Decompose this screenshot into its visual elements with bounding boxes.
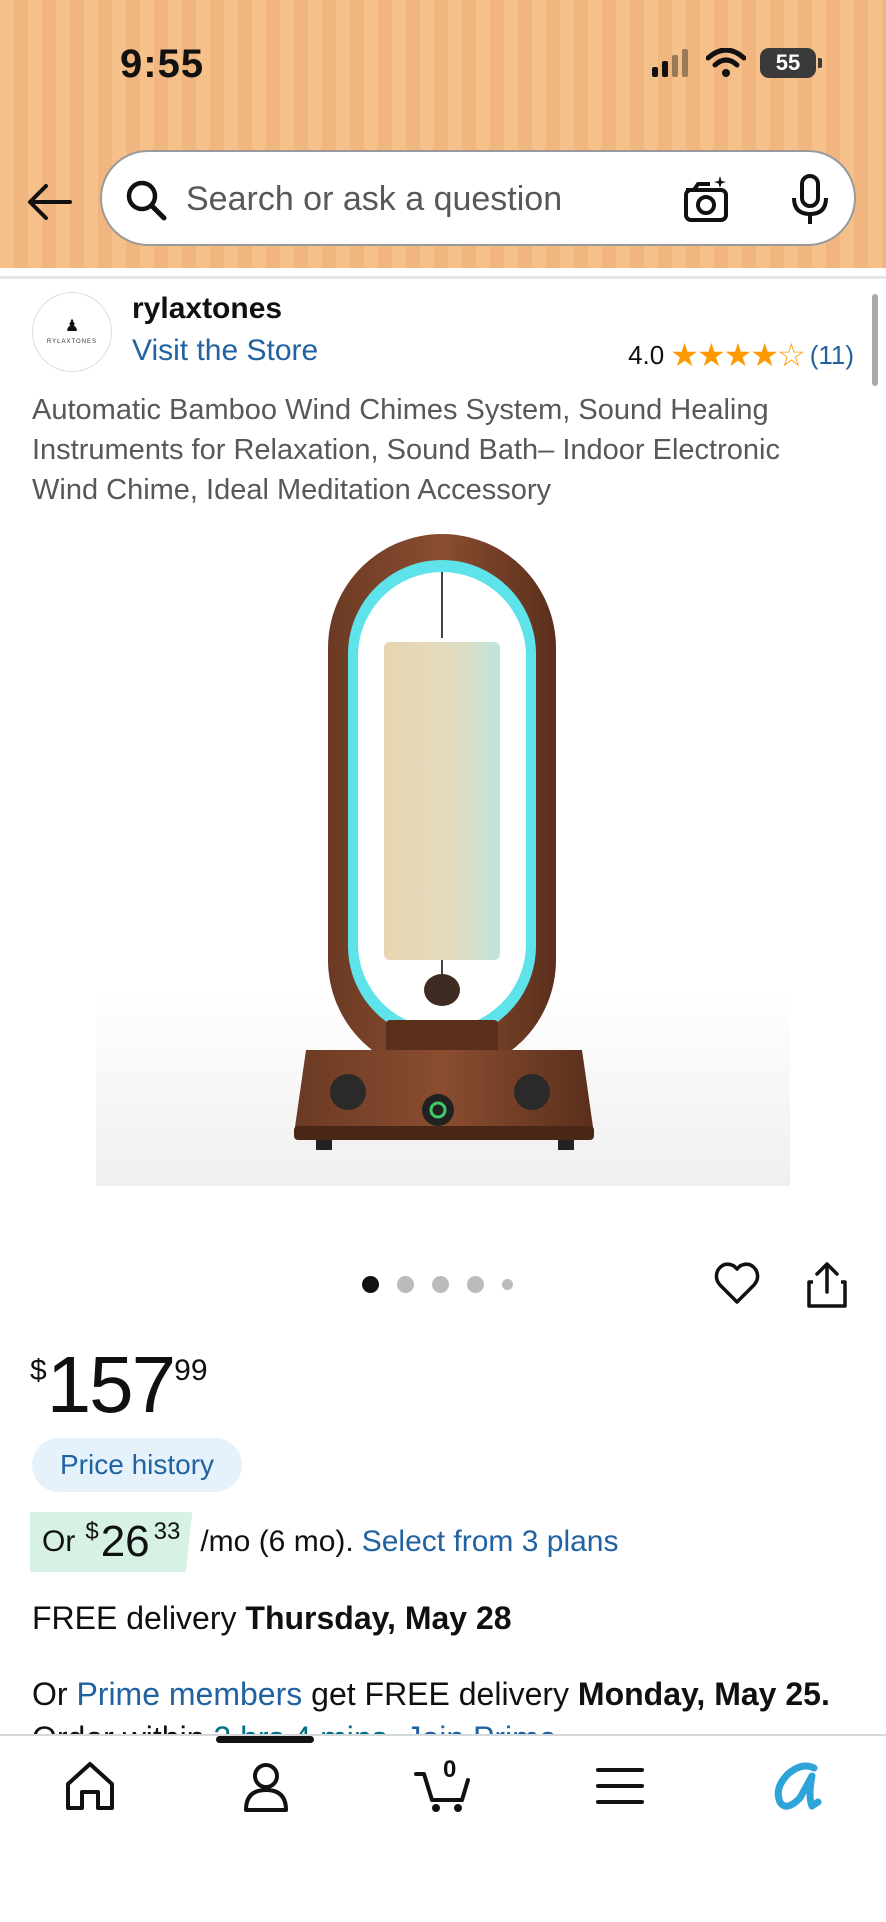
meditation-figure-icon: ♟ [64, 318, 80, 335]
price-fraction: 99 [174, 1354, 208, 1387]
search-bar[interactable]: Search or ask a question [100, 150, 856, 246]
wifi-icon [706, 48, 746, 77]
home-indicator [216, 1736, 314, 1743]
price-history-button[interactable]: Price history [32, 1438, 243, 1492]
price-whole: 157 [46, 1340, 176, 1429]
installment-fraction: 33 [153, 1518, 181, 1545]
header: 9:55 55 Search or ask a question [0, 0, 886, 268]
star-rating-icon: ★★★★☆ [670, 337, 805, 373]
review-count[interactable]: (11) [810, 340, 854, 371]
status-time: 9:55 [120, 42, 205, 86]
delivery-text: FREE delivery [32, 1600, 237, 1636]
visit-store-link[interactable]: Visit the Store [132, 334, 318, 368]
installment-symbol: $ [85, 1518, 99, 1545]
delivery-date: Thursday, May 28 [245, 1600, 512, 1636]
price: $ 157 99 [30, 1342, 208, 1428]
rating-summary[interactable]: 4.0 ★★★★☆ (11) [628, 336, 854, 374]
camera-search-icon[interactable] [680, 174, 732, 226]
store-logo[interactable]: ♟ RYLAXTONES [32, 292, 112, 372]
prime-prefix: Or [32, 1676, 68, 1712]
search-input[interactable]: Search or ask a question [186, 180, 562, 219]
installment-prefix: Or [42, 1525, 76, 1558]
price-symbol: $ [30, 1354, 47, 1387]
prime-members-link[interactable]: Prime members [76, 1676, 302, 1712]
rating-value: 4.0 [628, 339, 665, 370]
carousel-dot[interactable] [467, 1276, 484, 1293]
back-arrow-icon[interactable] [24, 176, 76, 228]
installment-highlight: Or $ 26 33 [30, 1512, 193, 1572]
scrollbar[interactable] [872, 294, 878, 386]
carousel-dot[interactable] [432, 1276, 449, 1293]
cellular-signal-icon [652, 49, 688, 77]
microphone-icon[interactable] [790, 174, 830, 226]
product-title: Automatic Bamboo Wind Chimes System, Sou… [32, 394, 780, 506]
prime-delivery-date: Monday, May 25. [577, 1676, 830, 1712]
product-image[interactable] [96, 520, 790, 1186]
installment-term: /mo (6 mo). [200, 1525, 354, 1558]
store-name: rylaxtones [132, 292, 283, 325]
image-carousel-dots[interactable] [362, 1276, 513, 1293]
alexa-icon[interactable] [768, 1758, 824, 1814]
store-logo-text: RYLAXTONES [46, 339, 98, 345]
carousel-dot[interactable] [502, 1279, 513, 1290]
battery-level: 55 [775, 50, 801, 75]
account-icon[interactable] [238, 1758, 294, 1814]
cart-icon[interactable] [414, 1758, 470, 1814]
installment-whole: 26 [100, 1517, 150, 1566]
search-icon [126, 180, 167, 221]
menu-icon[interactable] [592, 1758, 648, 1814]
cart-count: 0 [443, 1756, 457, 1783]
prime-text: get FREE delivery [311, 1676, 570, 1712]
header-divider [0, 276, 886, 279]
carousel-dot[interactable] [397, 1276, 414, 1293]
carousel-dot[interactable] [362, 1276, 379, 1293]
heart-icon[interactable] [712, 1258, 762, 1308]
delivery-info: FREE delivery Thursday, May 28 [32, 1600, 512, 1637]
select-plans-link[interactable]: Select from 3 plans [362, 1525, 619, 1559]
battery-indicator: 55 [760, 48, 822, 78]
share-icon[interactable] [804, 1260, 850, 1310]
home-icon[interactable] [62, 1758, 118, 1814]
status-icons: 55 [652, 48, 822, 78]
installment-offer: Or $ 26 33 /mo (6 mo). Select from 3 pla… [30, 1512, 619, 1572]
